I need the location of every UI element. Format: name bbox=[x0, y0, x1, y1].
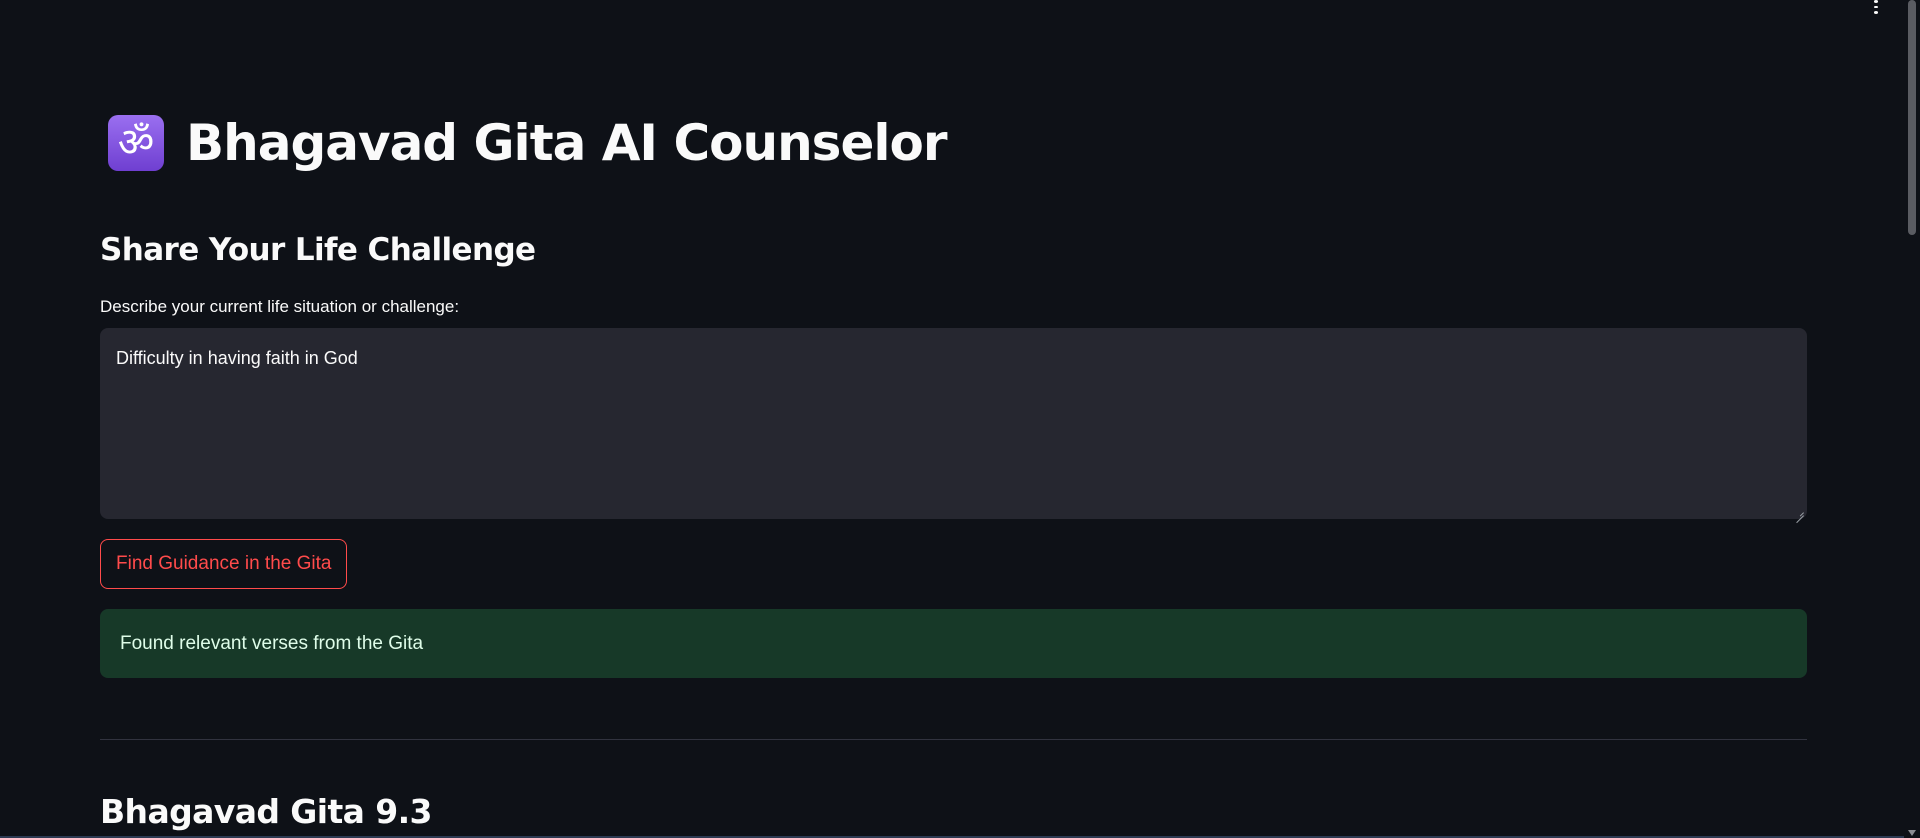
resize-handle-icon[interactable] bbox=[1796, 508, 1804, 516]
scrollbar-thumb[interactable] bbox=[1908, 0, 1916, 235]
main-menu-icon[interactable] bbox=[1870, 0, 1882, 15]
page-title: Bhagavad Gita AI Counselor bbox=[186, 114, 947, 172]
success-alert: Found relevant verses from the Gita bbox=[100, 609, 1807, 678]
verse-heading: Bhagavad Gita 9.3 bbox=[100, 792, 432, 831]
scrollbar[interactable] bbox=[1904, 0, 1920, 838]
section-heading: Share Your Life Challenge bbox=[100, 232, 536, 268]
menu-dot bbox=[1874, 11, 1878, 15]
om-icon: ॐ bbox=[108, 115, 164, 171]
title-row: ॐ Bhagavad Gita AI Counselor bbox=[108, 108, 947, 178]
app-root: ॐ Bhagavad Gita AI Counselor Share Your … bbox=[0, 0, 1920, 838]
challenge-textarea[interactable]: Difficulty in having faith in God bbox=[100, 328, 1807, 519]
find-guidance-button[interactable]: Find Guidance in the Gita bbox=[100, 539, 348, 589]
challenge-field-label: Describe your current life situation or … bbox=[100, 297, 460, 316]
challenge-textarea-value[interactable]: Difficulty in having faith in God bbox=[116, 348, 1791, 369]
divider bbox=[100, 739, 1807, 740]
scroll-down-arrow-icon[interactable] bbox=[1908, 830, 1916, 836]
menu-dot bbox=[1874, 0, 1878, 3]
success-message: Found relevant verses from the Gita bbox=[120, 632, 424, 654]
menu-dot bbox=[1874, 5, 1878, 9]
